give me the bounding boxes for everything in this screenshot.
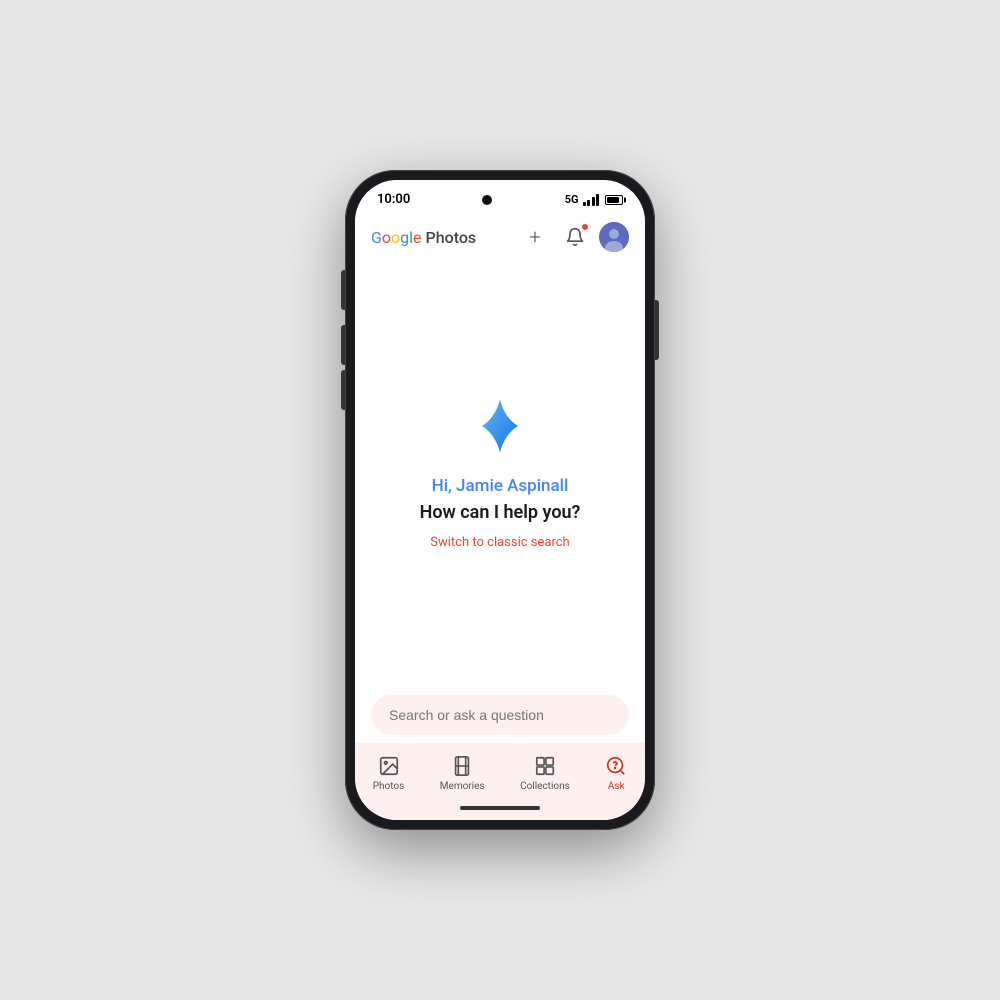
- app-logo: Google Photos: [371, 228, 476, 247]
- network-label: 5G: [565, 193, 579, 206]
- nav-item-photos[interactable]: Photos: [361, 751, 417, 796]
- nav-item-memories[interactable]: Memories: [428, 751, 497, 796]
- battery-icon: [605, 195, 623, 205]
- status-time: 10:00: [377, 192, 410, 207]
- status-icons: 5G: [565, 193, 623, 206]
- memories-nav-icon: [451, 755, 473, 777]
- camera-notch: [482, 195, 492, 205]
- collections-nav-icon: [534, 755, 556, 777]
- help-text: How can I help you?: [420, 502, 581, 523]
- phone-frame: 10:00 5G Google Phot: [345, 170, 655, 830]
- status-bar: 10:00 5G: [355, 180, 645, 213]
- photos-nav-icon: [378, 755, 400, 777]
- signal-bars-icon: [583, 194, 600, 206]
- greeting-text: Hi, Jamie Aspinall: [432, 476, 569, 496]
- gemini-star-icon: [470, 396, 530, 456]
- app-header: Google Photos +: [355, 213, 645, 263]
- collections-nav-label: Collections: [520, 781, 570, 792]
- nav-item-ask[interactable]: Ask: [593, 751, 639, 796]
- notification-button[interactable]: [559, 221, 591, 253]
- photos-brand-text: Photos: [426, 228, 477, 247]
- avatar[interactable]: [599, 222, 629, 252]
- main-content: Hi, Jamie Aspinall How can I help you? S…: [355, 263, 645, 683]
- header-actions: +: [519, 221, 629, 253]
- nav-item-collections[interactable]: Collections: [508, 751, 582, 796]
- phone-screen: 10:00 5G Google Phot: [355, 180, 645, 820]
- google-brand-text: Google: [371, 228, 422, 247]
- switch-classic-search-link[interactable]: Switch to classic search: [430, 535, 569, 550]
- photos-nav-label: Photos: [373, 781, 405, 792]
- memories-nav-label: Memories: [440, 781, 485, 792]
- ask-nav-label: Ask: [608, 781, 625, 792]
- search-area: [355, 683, 645, 743]
- notification-dot: [581, 223, 589, 231]
- home-indicator: [355, 800, 645, 820]
- ask-nav-icon: [605, 755, 627, 777]
- add-button[interactable]: +: [519, 221, 551, 253]
- home-bar: [460, 806, 540, 810]
- bottom-nav: Photos Memories Collections: [355, 743, 645, 800]
- search-input[interactable]: [371, 695, 629, 735]
